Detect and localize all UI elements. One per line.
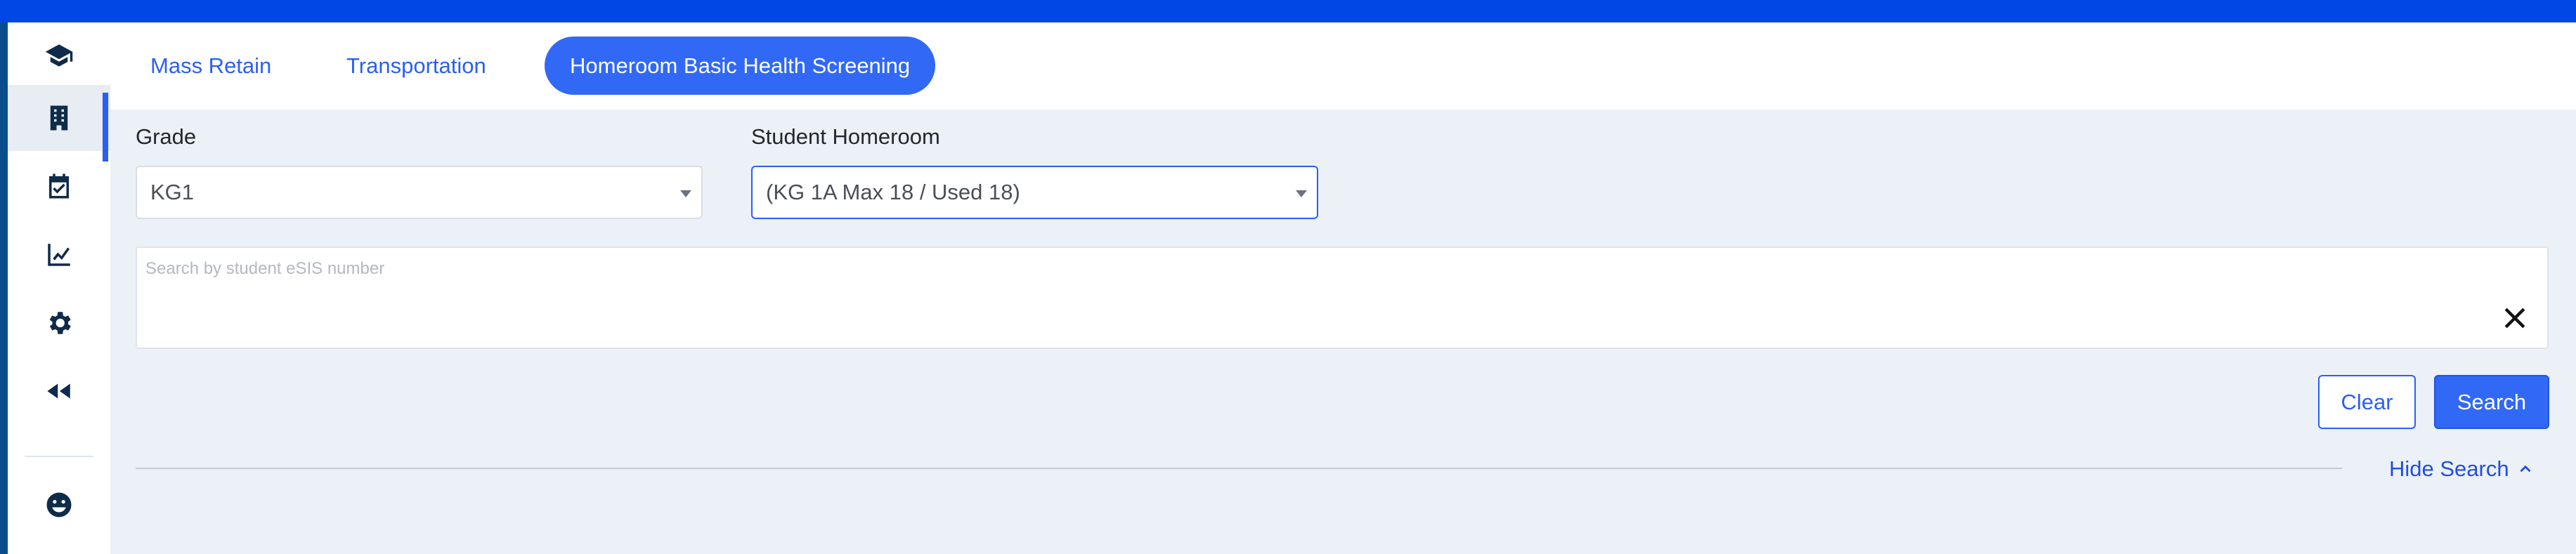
sidebar-item-calendar[interactable]: [8, 153, 110, 219]
sidebar-item-profile[interactable]: [8, 472, 110, 538]
gear-icon: [49, 312, 71, 334]
sidebar-divider: [25, 456, 93, 457]
smiley-icon: [46, 492, 72, 517]
grade-select-value: KG1: [150, 180, 195, 204]
sidebar-item-collapse[interactable]: [8, 358, 110, 424]
chevron-down-icon: [680, 190, 691, 197]
hide-search-label: Hide Search: [2389, 456, 2509, 481]
top-bar: [0, 0, 2576, 22]
left-edge-strip: [0, 0, 8, 554]
grade-label: Grade: [136, 124, 197, 149]
graduation-cap-icon: [45, 44, 73, 67]
search-box: [136, 246, 2549, 349]
building-icon: [50, 105, 68, 131]
tab-bar: Mass Retain Transportation Homeroom Basi…: [110, 22, 2576, 110]
tab-transportation[interactable]: Transportation: [346, 37, 486, 95]
grade-select[interactable]: KG1: [136, 166, 703, 219]
search-input[interactable]: [145, 255, 2464, 283]
sidebar-item-settings[interactable]: [8, 290, 110, 356]
student-homeroom-label: Student Homeroom: [751, 124, 940, 149]
sidebar-item-reports[interactable]: [8, 222, 110, 288]
student-homeroom-select-value: (KG 1A Max 18 / Used 18): [766, 180, 1020, 204]
student-homeroom-select[interactable]: (KG 1A Max 18 / Used 18): [751, 166, 1318, 219]
calendar-check-icon: [49, 173, 69, 199]
sidebar: [8, 22, 110, 554]
tab-homeroom-basic-health-screening[interactable]: Homeroom Basic Health Screening: [545, 37, 936, 95]
close-icon: [2504, 308, 2525, 329]
section-divider: [136, 468, 2342, 469]
sidebar-item-academics[interactable]: [8, 22, 110, 88]
sidebar-active-indicator: [103, 93, 108, 161]
chart-line-icon: [48, 244, 70, 266]
chevron-down-icon: [1296, 190, 1307, 197]
sidebar-item-school[interactable]: [8, 85, 110, 151]
chevron-up-icon: [2520, 465, 2531, 473]
search-button[interactable]: Search: [2434, 375, 2549, 429]
clear-search-button[interactable]: [2499, 303, 2530, 334]
clear-button[interactable]: Clear: [2318, 375, 2416, 429]
rewind-icon: [47, 383, 70, 399]
hide-search-toggle[interactable]: Hide Search: [2389, 456, 2535, 482]
tab-mass-retain[interactable]: Mass Retain: [150, 37, 271, 95]
